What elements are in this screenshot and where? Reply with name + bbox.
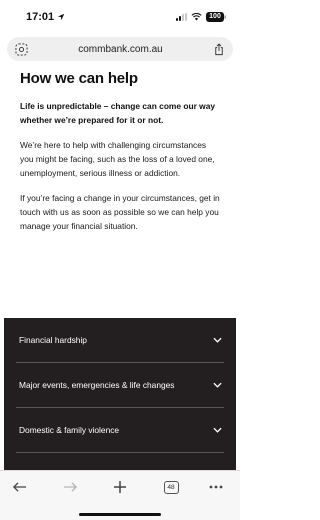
status-time: 17:01 — [26, 11, 65, 23]
accordion-next-item[interactable] — [16, 453, 224, 470]
page-settings-icon[interactable] — [15, 42, 28, 56]
accordion-financial-hardship[interactable]: Financial hardship — [16, 318, 224, 363]
help-paragraph: We’re here to help with challenging circ… — [20, 140, 215, 178]
share-icon[interactable] — [213, 42, 225, 56]
status-bar: 17:01 100 — [0, 0, 240, 34]
more-dots-icon — [209, 485, 223, 489]
arrow-right-icon — [63, 482, 77, 492]
accordion-domestic-violence[interactable]: Domestic & family violence — [16, 408, 224, 453]
arrow-left-icon — [12, 482, 26, 492]
address-bar[interactable]: commbank.com.au — [7, 37, 233, 61]
more-menu-button[interactable] — [207, 479, 225, 495]
lead-paragraph: Life is unpredictable – change can come … — [20, 101, 216, 125]
battery-level: 100 — [209, 13, 221, 20]
clock-text: 17:01 — [26, 11, 55, 23]
location-arrow-icon — [57, 13, 65, 21]
chevron-down-icon — [213, 337, 222, 343]
page-content: How we can help Life is unpredictable – … — [4, 62, 236, 470]
back-button[interactable] — [10, 479, 28, 495]
chevron-down-icon — [213, 382, 222, 388]
url-text[interactable]: commbank.com.au — [78, 44, 162, 55]
new-tab-button[interactable] — [111, 479, 129, 495]
help-accordion: Financial hardship Major events, emergen… — [4, 318, 236, 470]
home-indicator — [79, 513, 161, 516]
plus-icon — [114, 481, 126, 493]
tabs-button[interactable]: 48 — [162, 479, 180, 495]
battery-icon: 100 — [206, 12, 226, 22]
tab-count: 48 — [163, 480, 179, 494]
cellular-signal-icon — [176, 13, 187, 21]
accordion-label: Major events, emergencies & life changes — [19, 380, 175, 390]
accordion-label: Financial hardship — [19, 335, 87, 345]
page-heading: How we can help — [20, 70, 138, 87]
browser-toolbar: 48 — [0, 470, 240, 520]
chevron-down-icon — [213, 427, 222, 433]
forward-button[interactable] — [61, 479, 79, 495]
contact-paragraph: If you’re facing a change in your circum… — [20, 193, 220, 231]
wifi-icon — [191, 13, 202, 21]
accordion-label: Domestic & family violence — [19, 425, 120, 435]
accordion-major-events[interactable]: Major events, emergencies & life changes — [16, 363, 224, 408]
